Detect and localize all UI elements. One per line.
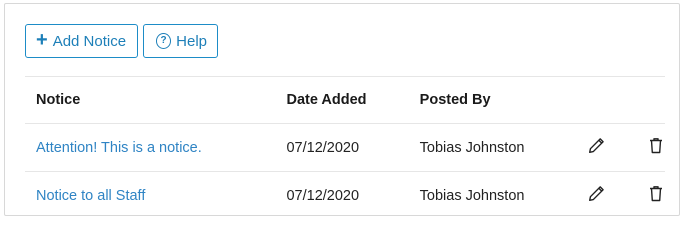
notice-cell: Attention! This is a notice. [25,123,276,172]
column-header-notice: Notice [25,76,276,124]
trash-icon[interactable] [647,185,665,203]
pencil-icon[interactable] [587,185,605,203]
table-row: Notice to all Staff 07/12/2020 Tobias Jo… [25,172,665,220]
notice-link[interactable]: Notice to all Staff [36,188,145,204]
delete-cell [636,123,665,172]
column-header-date-added: Date Added [275,76,409,124]
delete-cell [636,172,665,220]
notice-link[interactable]: Attention! This is a notice. [36,140,202,156]
date-added-cell: 07/12/2020 [275,123,409,172]
column-header-posted-by: Posted By [408,76,577,124]
notices-panel: + Add Notice ? Help Notice Date Added Po… [4,3,680,216]
help-label: Help [176,32,207,50]
trash-icon[interactable] [647,137,665,155]
table-row: Attention! This is a notice. 07/12/2020 … [25,123,665,172]
notices-table: Notice Date Added Posted By Attention! T… [25,76,665,219]
posted-by-cell: Tobias Johnston [419,187,525,204]
question-circle-icon: ? [156,33,172,49]
column-header-edit [576,76,636,124]
edit-cell [576,172,636,220]
edit-cell [576,123,636,172]
pencil-icon[interactable] [587,137,605,155]
notice-cell: Notice to all Staff [25,172,275,220]
column-header-delete [636,76,665,124]
add-notice-button[interactable]: + Add Notice [25,24,138,58]
toolbar: + Add Notice ? Help [25,24,218,58]
add-notice-label: Add Notice [52,32,127,50]
plus-icon: + [36,29,48,51]
help-button[interactable]: ? Help [143,24,218,58]
table-header-row: Notice Date Added Posted By [25,76,665,124]
date-added-cell: 07/12/2020 [286,187,360,204]
posted-by-cell: Tobias Johnston [408,123,577,172]
